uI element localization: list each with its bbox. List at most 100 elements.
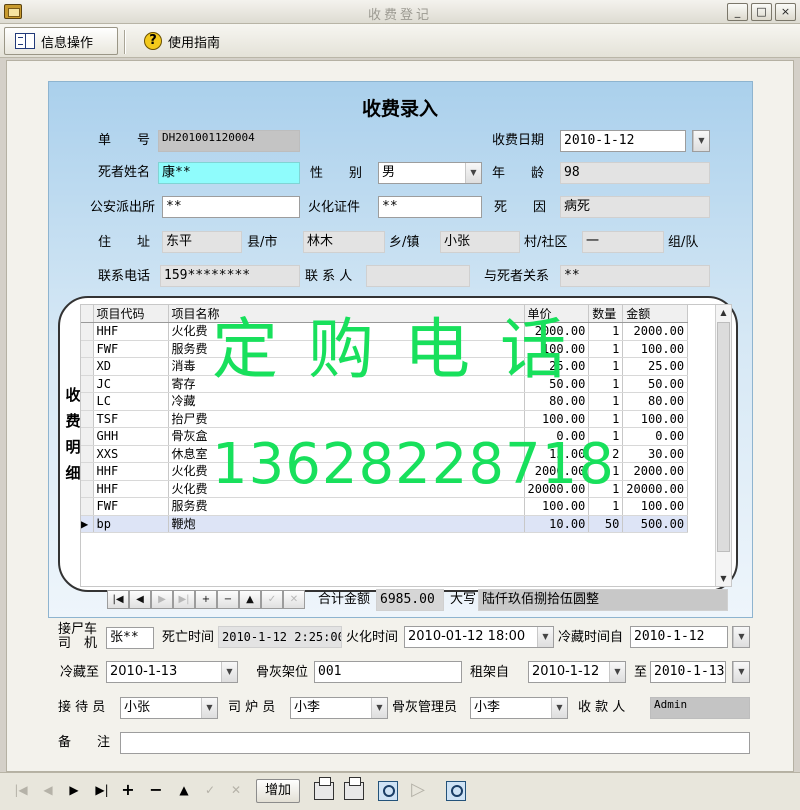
nav-edit-button[interactable]: ▲: [239, 590, 261, 609]
col-header-code[interactable]: 项目代码: [93, 305, 169, 323]
cell-price[interactable]: 50.00: [524, 375, 590, 393]
cell-amount[interactable]: 0.00: [622, 427, 689, 446]
cell-name[interactable]: 火化费: [168, 480, 525, 498]
cell-code[interactable]: LC: [93, 392, 169, 411]
cold-from-field[interactable]: 2010-1-12: [630, 626, 728, 648]
village-field[interactable]: 小张: [440, 231, 520, 253]
prev-record-button[interactable]: ◀: [38, 779, 58, 803]
cell-name[interactable]: 休息室: [168, 445, 525, 463]
cell-code[interactable]: XXS: [93, 445, 169, 463]
cell-amount[interactable]: 100.00: [622, 410, 689, 428]
cell-name[interactable]: 抬尸费: [168, 410, 525, 428]
receptionist-select[interactable]: 小张 ▼: [120, 697, 218, 719]
print-setup-button[interactable]: [340, 777, 368, 803]
cell-amount[interactable]: 100.00: [622, 497, 689, 516]
cell-price[interactable]: 25.00: [524, 357, 590, 376]
charge-date-dropdown[interactable]: ▼: [692, 130, 710, 152]
first-record-button[interactable]: |◀: [10, 779, 32, 803]
cell-name[interactable]: 火化费: [168, 462, 525, 481]
last-record-button[interactable]: ▶|: [90, 779, 114, 803]
cell-amount[interactable]: 20000.00: [622, 480, 689, 498]
table-row[interactable]: GHH 骨灰盒 0.00 1 0.00: [81, 427, 689, 446]
next-record-button[interactable]: ▶: [64, 779, 84, 803]
table-row[interactable]: XXS 休息室 15.00 2 30.00: [81, 445, 689, 463]
table-row[interactable]: TSF 抬尸费 100.00 1 100.00: [81, 410, 689, 428]
cell-qty[interactable]: 1: [588, 340, 624, 358]
cell-name[interactable]: 骨灰盒: [168, 427, 525, 446]
close-button[interactable]: ×: [775, 3, 796, 21]
death-cause-field[interactable]: 病死: [560, 196, 710, 218]
cell-price[interactable]: 0.00: [524, 427, 590, 446]
maximize-button[interactable]: □: [751, 3, 772, 21]
cell-amount[interactable]: 50.00: [622, 375, 689, 393]
cell-code[interactable]: XD: [93, 357, 169, 376]
cell-price[interactable]: 80.00: [524, 392, 590, 411]
col-header-name[interactable]: 项目名称: [168, 305, 525, 323]
cert-field[interactable]: **: [378, 196, 482, 218]
cell-name[interactable]: 服务费: [168, 340, 525, 358]
age-field[interactable]: 98: [560, 162, 710, 184]
cell-amount[interactable]: 80.00: [622, 392, 689, 411]
relation-field[interactable]: **: [560, 265, 710, 287]
cell-price[interactable]: 2000.00: [524, 322, 590, 341]
cell-name[interactable]: 服务费: [168, 497, 525, 516]
cancel-record-button[interactable]: ✕: [226, 779, 246, 803]
deceased-field[interactable]: 康**: [158, 162, 300, 184]
edit-record-button[interactable]: ▲: [174, 779, 194, 803]
cell-code[interactable]: FWF: [93, 340, 169, 358]
col-header-price[interactable]: 单价: [524, 305, 590, 323]
table-row[interactable]: HHF 火化费 2000.00 1 2000.00: [81, 322, 689, 341]
cell-price[interactable]: 15.00: [524, 445, 590, 463]
nav-post-button[interactable]: ✓: [261, 590, 283, 609]
cell-qty[interactable]: 1: [588, 480, 624, 498]
post-record-button[interactable]: ✓: [200, 779, 220, 803]
cell-code[interactable]: GHH: [93, 427, 169, 446]
grid-scrollbar[interactable]: ▲ ▼: [715, 305, 731, 586]
charge-date-field[interactable]: 2010-1-12: [560, 130, 686, 152]
cold-from-dropdown[interactable]: ▼: [732, 626, 750, 648]
cell-amount[interactable]: 2000.00: [622, 322, 689, 341]
nav-cancel-button[interactable]: ✕: [283, 590, 305, 609]
cell-price[interactable]: 100.00: [524, 497, 590, 516]
cell-amount[interactable]: 2000.00: [622, 462, 689, 481]
cell-code[interactable]: HHF: [93, 480, 169, 498]
cell-qty[interactable]: 1: [588, 392, 624, 411]
remark-field[interactable]: [120, 732, 750, 754]
cell-code[interactable]: HHF: [93, 322, 169, 341]
cell-qty[interactable]: 1: [588, 462, 624, 481]
cell-code[interactable]: JC: [93, 375, 169, 393]
cell-qty[interactable]: 1: [588, 357, 624, 376]
minimize-button[interactable]: _: [727, 3, 748, 21]
table-row[interactable]: JC 寄存 50.00 1 50.00: [81, 375, 689, 393]
cell-amount[interactable]: 25.00: [622, 357, 689, 376]
cell-price[interactable]: 100.00: [524, 410, 590, 428]
cell-code[interactable]: TSF: [93, 410, 169, 428]
cell-price[interactable]: 20000.00: [524, 480, 590, 498]
cell-amount[interactable]: 500.00: [622, 515, 689, 533]
county-field[interactable]: 东平: [162, 231, 242, 253]
driver-field[interactable]: 张**: [106, 627, 154, 649]
preview-button[interactable]: [374, 779, 402, 803]
cell-qty[interactable]: 1: [588, 427, 624, 446]
table-row-selected[interactable]: ▶ bp 鞭炮 10.00 50 500.00: [81, 515, 689, 533]
table-row[interactable]: FWF 服务费 100.00 1 100.00: [81, 497, 689, 516]
scroll-thumb[interactable]: [717, 322, 730, 552]
cell-name[interactable]: 火化费: [168, 322, 525, 341]
cell-name[interactable]: 寄存: [168, 375, 525, 393]
table-row[interactable]: HHF 火化费 20000.00 1 20000.00: [81, 480, 689, 498]
cell-qty[interactable]: 2: [588, 445, 624, 463]
cremation-time-select[interactable]: 2010-01-12 18:00 ▼: [404, 626, 554, 648]
scroll-down-icon[interactable]: ▼: [716, 571, 731, 586]
cell-price[interactable]: 100.00: [524, 340, 590, 358]
cell-name[interactable]: 冷藏: [168, 392, 525, 411]
menu-guide[interactable]: ? 使用指南: [134, 27, 230, 55]
menu-info-ops[interactable]: 信息操作: [4, 27, 118, 55]
rack-field[interactable]: 001: [314, 661, 462, 683]
search-button[interactable]: [442, 779, 470, 803]
rent-from-select[interactable]: 2010-1-12 ▼: [528, 661, 626, 683]
table-row[interactable]: XD 消毒 25.00 1 25.00: [81, 357, 689, 376]
cell-code[interactable]: HHF: [93, 462, 169, 481]
nav-prev-button[interactable]: ◀: [129, 590, 151, 609]
table-row[interactable]: LC 冷藏 80.00 1 80.00: [81, 392, 689, 411]
phone-field[interactable]: 159********: [160, 265, 300, 287]
